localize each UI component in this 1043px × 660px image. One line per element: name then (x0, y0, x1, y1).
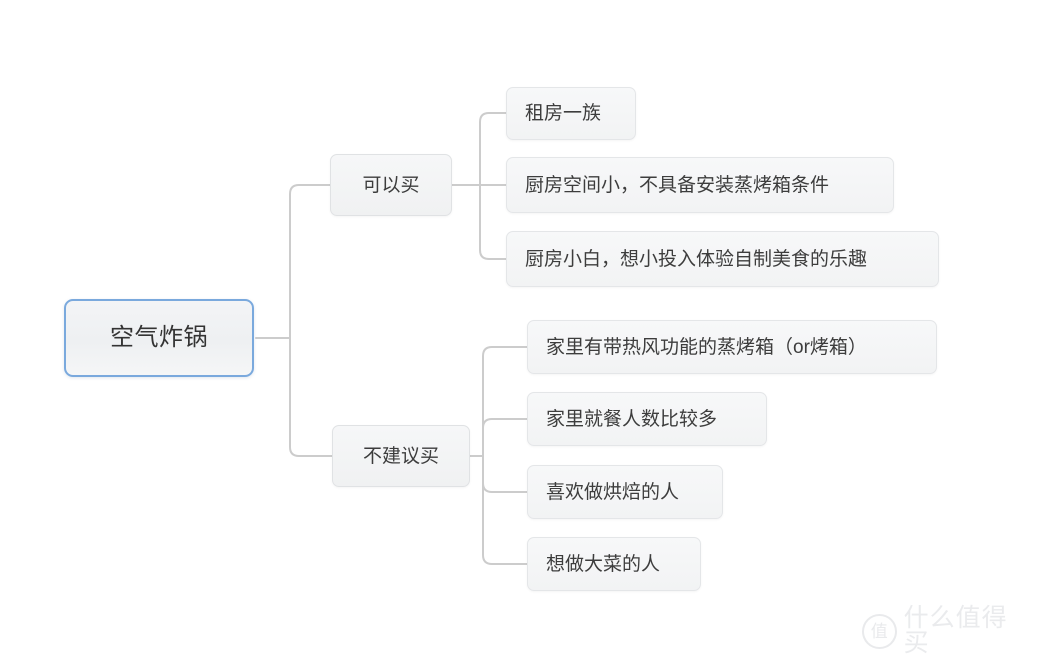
smzdm-logo-icon: 值 (862, 613, 897, 649)
mindmap-leaf-big-dishes-label: 想做大菜的人 (546, 553, 661, 575)
mindmap-leaf-likes-baking[interactable]: 喜欢做烘焙的人 (527, 465, 723, 519)
mindmap-leaf-small-kitchen[interactable]: 厨房空间小，不具备安装蒸烤箱条件 (506, 157, 894, 213)
mindmap-leaf-has-steam-oven[interactable]: 家里有带热风功能的蒸烤箱（or烤箱） (527, 320, 937, 374)
mindmap-canvas: 空气炸锅 可以买 租房一族 厨房空间小，不具备安装蒸烤箱条件 厨房小白，想小投入… (0, 0, 1043, 660)
mindmap-node-not-recommended[interactable]: 不建议买 (332, 425, 470, 487)
mindmap-leaf-has-steam-oven-label: 家里有带热风功能的蒸烤箱（or烤箱） (546, 336, 867, 358)
watermark-text: 什么值得买 (903, 604, 1008, 657)
mindmap-leaf-kitchen-novice[interactable]: 厨房小白，想小投入体验自制美食的乐趣 (506, 231, 939, 287)
mindmap-node-can-buy[interactable]: 可以买 (330, 154, 452, 216)
watermark: 值 什么值得买 (862, 606, 1032, 656)
mindmap-leaf-kitchen-novice-label: 厨房小白，想小投入体验自制美食的乐趣 (525, 248, 868, 270)
connector-not-recommended-to-has-steam-oven (482, 346, 528, 457)
connector-not-recommended-to-likes-baking (482, 455, 528, 493)
mindmap-leaf-renters-label: 租房一族 (525, 103, 602, 124)
connector-trunk-to-not-recommended (289, 337, 333, 457)
connector-trunk-to-can-buy (289, 184, 331, 339)
watermark-logo-glyph: 值 (870, 621, 888, 641)
connector-can-buy-to-renters (479, 112, 507, 186)
mindmap-node-root-label: 空气炸锅 (110, 324, 208, 351)
connector-not-recommended-to-many-diners (482, 418, 528, 457)
mindmap-leaf-many-diners-label: 家里就餐人数比较多 (546, 408, 718, 430)
mindmap-node-root[interactable]: 空气炸锅 (64, 299, 254, 377)
mindmap-node-can-buy-label: 可以买 (362, 174, 420, 196)
mindmap-leaf-big-dishes[interactable]: 想做大菜的人 (527, 537, 701, 591)
mindmap-leaf-renters[interactable]: 租房一族 (506, 87, 636, 140)
mindmap-leaf-small-kitchen-label: 厨房空间小，不具备安装蒸烤箱条件 (525, 174, 830, 196)
mindmap-leaf-many-diners[interactable]: 家里就餐人数比较多 (527, 392, 767, 446)
mindmap-node-not-recommended-label: 不建议买 (362, 445, 439, 467)
connector-can-buy-to-kitchen-novice (479, 184, 507, 260)
mindmap-leaf-likes-baking-label: 喜欢做烘焙的人 (546, 481, 680, 503)
connector-not-recommended-to-big-dishes (482, 455, 528, 565)
